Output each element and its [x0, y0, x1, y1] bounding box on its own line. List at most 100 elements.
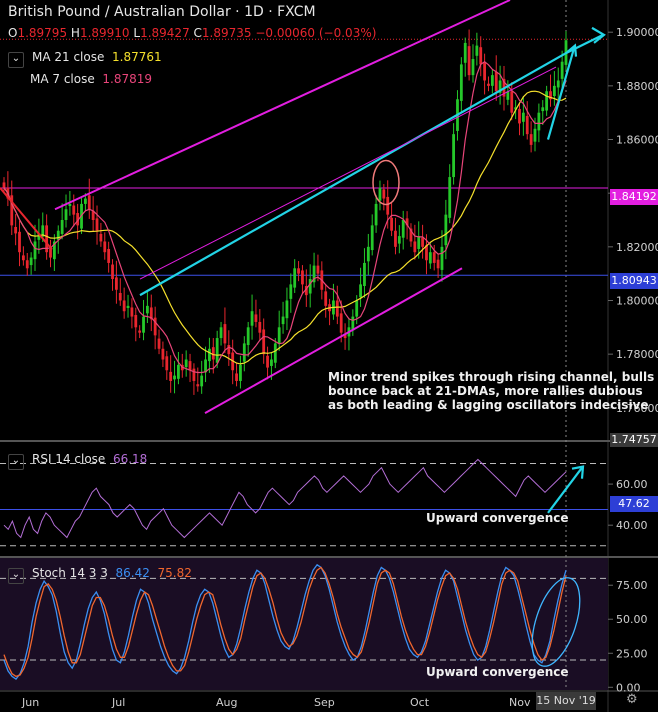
candle-body: [192, 368, 196, 381]
candle-body: [417, 236, 421, 249]
candle-body: [49, 248, 52, 258]
candle-body: [363, 262, 366, 286]
candle-body: [99, 233, 103, 242]
date-marker: 15 Nov '19: [536, 692, 596, 710]
candle-body: [2, 182, 6, 188]
candle-body: [289, 284, 293, 299]
rsi-arrow: [547, 466, 583, 514]
candle-body: [359, 284, 362, 298]
candle-body: [537, 112, 541, 131]
candle-body: [386, 196, 390, 215]
candle-body: [138, 330, 142, 333]
candle-body: [339, 313, 343, 333]
settings-gear-icon[interactable]: ⚙: [626, 692, 638, 707]
price-label-level-3: 1.74757: [610, 433, 658, 447]
candle-body: [115, 277, 118, 290]
candle-body: [382, 189, 386, 199]
candle-body: [510, 91, 514, 113]
x-tick-label: Jul: [111, 696, 125, 709]
candle-body: [87, 195, 91, 210]
candle-body: [394, 230, 397, 247]
candle-body: [250, 311, 254, 326]
candle-body: [475, 45, 479, 56]
candle-body: [490, 75, 494, 86]
ma21-line: [3, 90, 567, 365]
candle-body: [165, 356, 169, 371]
candle-body: [196, 384, 200, 387]
candle-body: [215, 338, 219, 363]
candle-body: [173, 375, 176, 380]
candle-body: [525, 115, 529, 135]
x-tick-label: Aug: [216, 696, 237, 709]
candle-body: [208, 348, 211, 362]
candle-body: [390, 217, 393, 231]
candle-body: [95, 218, 99, 231]
candle-body: [157, 338, 161, 349]
candle-body: [258, 321, 262, 333]
candle-body: [374, 203, 378, 226]
rsi-legend: ⌄ RSI 14 close 66.18: [8, 452, 147, 470]
candle-body: [29, 257, 33, 266]
candle-body: [270, 359, 273, 366]
candle-body: [60, 220, 64, 234]
candle-body: [118, 292, 122, 301]
candle-body: [459, 64, 463, 101]
candle-body: [444, 214, 448, 246]
candle-body: [301, 270, 304, 285]
candle-body: [239, 364, 242, 381]
rsi-y-tick-label: 40.00: [616, 519, 648, 532]
candle-body: [285, 300, 289, 319]
ma7-line: [3, 60, 567, 374]
candle-body: [401, 220, 405, 238]
candle-body: [223, 324, 227, 344]
rsi-annotation: Upward convergence: [426, 511, 569, 525]
candle-body: [134, 314, 138, 328]
candle-body: [281, 316, 285, 325]
candle-body: [293, 268, 297, 288]
candle-body: [111, 264, 114, 280]
candle-body: [494, 71, 498, 92]
candle-body: [64, 209, 68, 220]
candle-body: [370, 225, 374, 251]
candle-body: [533, 128, 537, 142]
candle-body: [552, 85, 556, 97]
candle-body: [467, 46, 471, 76]
candle-body: [103, 241, 107, 253]
candle-body: [219, 327, 223, 339]
candle-body: [355, 300, 359, 317]
stoch-legend: ⌄ Stoch 14 3 3 86.42 75.82: [8, 566, 192, 584]
candle-body: [436, 259, 440, 269]
cyan-trend-line: [139, 52, 566, 297]
y-tick-label: 1.78000: [616, 348, 658, 361]
chart-svg: 1.760001.780001.800001.820001.840001.860…: [0, 0, 658, 712]
candle-body: [421, 237, 424, 247]
candle-body: [483, 62, 487, 81]
candle-body: [142, 316, 145, 333]
rsi-collapse-icon[interactable]: ⌄: [8, 454, 24, 470]
rsi-y-tick-label: 60.00: [616, 478, 648, 491]
candle-body: [471, 59, 475, 76]
candle-body: [83, 198, 87, 204]
chart-root: British Pound / Australian Dollar · 1D ·…: [0, 0, 658, 712]
candle-body: [146, 305, 149, 314]
highlight-circle: [372, 159, 400, 206]
stoch-annotation: Upward convergence: [426, 665, 569, 679]
price-label-level-2: 1.80943: [610, 273, 658, 289]
candle-body: [440, 246, 444, 270]
candle-body: [130, 307, 134, 317]
x-tick-label: Oct: [410, 696, 430, 709]
candle-body: [463, 42, 467, 63]
y-tick-label: 1.80000: [616, 294, 658, 307]
stoch-collapse-icon[interactable]: ⌄: [8, 568, 24, 584]
inner-channel-line: [139, 66, 557, 280]
candle-body: [560, 61, 564, 79]
candle-body: [126, 305, 130, 308]
candle-body: [14, 226, 18, 234]
stoch-y-tick-label: 25.00: [616, 647, 648, 660]
stoch-y-tick-label: 50.00: [616, 613, 648, 626]
candle-body: [432, 252, 436, 263]
candle-body: [428, 252, 432, 264]
candle-body: [308, 279, 312, 294]
candle-body: [25, 260, 29, 269]
x-tick-label: Jun: [21, 696, 39, 709]
